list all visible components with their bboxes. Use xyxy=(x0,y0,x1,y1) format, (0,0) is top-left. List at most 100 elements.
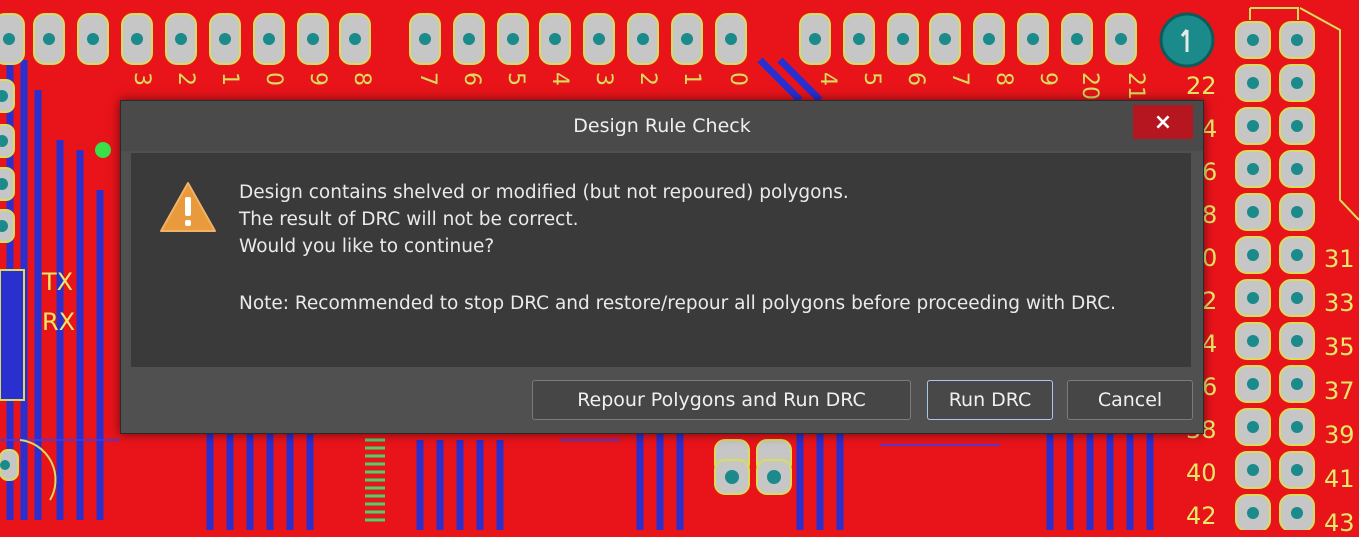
pad-hole xyxy=(1291,163,1303,175)
pad-hole xyxy=(1247,34,1259,46)
close-button[interactable]: × xyxy=(1133,105,1193,139)
pad-hole xyxy=(507,33,519,45)
pad-hole xyxy=(307,33,319,45)
pcb-top-pin-label: 1 xyxy=(217,72,242,86)
pcb-top-pin-label: 4 xyxy=(815,72,840,86)
pad-hole xyxy=(87,33,99,45)
drc-dialog: Design Rule Check × Design contains shel… xyxy=(120,100,1204,434)
pad-hole xyxy=(463,33,475,45)
pad-hole xyxy=(419,33,431,45)
pcb-right-pin-label: 4 xyxy=(1202,330,1218,358)
pad-hole xyxy=(1291,249,1303,261)
pad-hole xyxy=(725,33,737,45)
pcb-right-pin-label: 22 xyxy=(1186,72,1217,100)
pad-hole xyxy=(1247,464,1259,476)
pad-hole xyxy=(1291,34,1303,46)
pad-hole xyxy=(983,33,995,45)
dialog-title: Design Rule Check xyxy=(573,115,751,137)
pad-hole xyxy=(939,33,951,45)
note-text: Note: Recommended to stop DRC and restor… xyxy=(239,293,1117,314)
pcb-right-pin-label: 42 xyxy=(1186,502,1217,530)
pad-hole xyxy=(1247,163,1259,175)
pcb-top-pin-label: 3 xyxy=(129,72,154,86)
dialog-titlebar[interactable]: Design Rule Check × xyxy=(121,101,1203,151)
pad-hole xyxy=(1071,33,1083,45)
message-line-1: Design contains shelved or modified (but… xyxy=(239,182,849,203)
pad-hole xyxy=(1291,464,1303,476)
pad-hole xyxy=(637,33,649,45)
pad-hole xyxy=(1291,378,1303,390)
pad-hole xyxy=(1291,292,1303,304)
pad-hole xyxy=(593,33,605,45)
pad-hole xyxy=(1247,507,1259,519)
pcb-right-pin-label: 4 xyxy=(1202,115,1218,143)
pcb-top-pin-label: 5 xyxy=(503,72,528,86)
pad-hole xyxy=(853,33,865,45)
pad-hole xyxy=(1247,378,1259,390)
pcb-top-pin-label: 8 xyxy=(991,72,1016,86)
pad-hole xyxy=(1291,206,1303,218)
pcb-right-pin-label: 0 xyxy=(1202,244,1218,272)
pcb-far-right-pin-label: 31 xyxy=(1324,245,1355,273)
close-icon: × xyxy=(1153,109,1173,135)
pcb-top-pin-label: 1 xyxy=(679,72,704,86)
pad-hole xyxy=(549,33,561,45)
pcb-left-label: RX xyxy=(42,308,76,336)
pcb-top-pin-label: 2 xyxy=(635,72,660,86)
pcb-far-right-pin-label: 35 xyxy=(1324,333,1355,361)
pcb-top-pin-label: 5 xyxy=(859,72,884,86)
pad-hole xyxy=(1291,507,1303,519)
pcb-right-pin-label: 6 xyxy=(1202,158,1218,186)
pcb-top-pin-label: 0 xyxy=(261,72,286,86)
pad-hole xyxy=(131,33,143,45)
pad-hole xyxy=(1247,77,1259,89)
pcb-top-pin-label: 0 xyxy=(725,72,750,86)
pad-hole xyxy=(1291,335,1303,347)
pcb-top-pin-label: 4 xyxy=(547,72,572,86)
pad-hole xyxy=(263,33,275,45)
pcb-top-pin-label: 6 xyxy=(903,72,928,86)
pcb-far-right-pin-label: 39 xyxy=(1324,421,1355,449)
pad-hole xyxy=(897,33,909,45)
pad-hole xyxy=(1247,206,1259,218)
run-drc-button[interactable]: Run DRC xyxy=(927,380,1053,420)
pad-hole xyxy=(681,33,693,45)
pad-hole xyxy=(1247,335,1259,347)
pad-hole xyxy=(219,33,231,45)
pcb-far-right-pin-label: 43 xyxy=(1324,509,1355,537)
pad-hole xyxy=(349,33,361,45)
cancel-button[interactable]: Cancel xyxy=(1067,380,1193,420)
pad-hole xyxy=(175,33,187,45)
pcb-right-pin-label: 2 xyxy=(1202,287,1218,315)
pad-hole xyxy=(1247,421,1259,433)
repour-and-run-drc-button[interactable]: Repour Polygons and Run DRC xyxy=(532,380,911,420)
pcb-right-pin-label: 8 xyxy=(1202,201,1218,229)
pad-hole xyxy=(1291,421,1303,433)
pad-hole xyxy=(1291,77,1303,89)
pcb-top-pin-label: 7 xyxy=(415,72,440,86)
pcb-far-right-pin-label: 41 xyxy=(1324,465,1355,493)
pcb-top-pin-label: 9 xyxy=(1035,72,1060,86)
pad-hole xyxy=(1247,120,1259,132)
pad-hole xyxy=(1027,33,1039,45)
pcb-top-pin-label: 20 xyxy=(1077,72,1102,100)
dialog-message-panel: Design contains shelved or modified (but… xyxy=(131,153,1191,367)
pcb-top-pin-label: 9 xyxy=(305,72,330,86)
pcb-top-pin-label: 21 xyxy=(1123,72,1148,100)
pcb-far-right-pin-label: 37 xyxy=(1324,377,1355,405)
pcb-right-pin-label: 40 xyxy=(1186,459,1217,487)
pad-hole xyxy=(809,33,821,45)
warning-triangle-icon xyxy=(160,182,216,232)
pad-hole xyxy=(3,33,15,45)
pad-hole xyxy=(1291,120,1303,132)
pad-hole xyxy=(43,33,55,45)
pcb-top-pin-label: 7 xyxy=(947,72,972,86)
pcb-top-pin-label: 2 xyxy=(173,72,198,86)
pad-hole xyxy=(1115,33,1127,45)
pcb-right-pin-label: 6 xyxy=(1202,373,1218,401)
pad-hole xyxy=(1247,249,1259,261)
pcb-top-pin-label: 6 xyxy=(459,72,484,86)
pcb-top-pin-label: 8 xyxy=(349,72,374,86)
message-line-2: The result of DRC will not be correct. xyxy=(239,209,579,230)
message-line-3: Would you like to continue? xyxy=(239,236,495,257)
